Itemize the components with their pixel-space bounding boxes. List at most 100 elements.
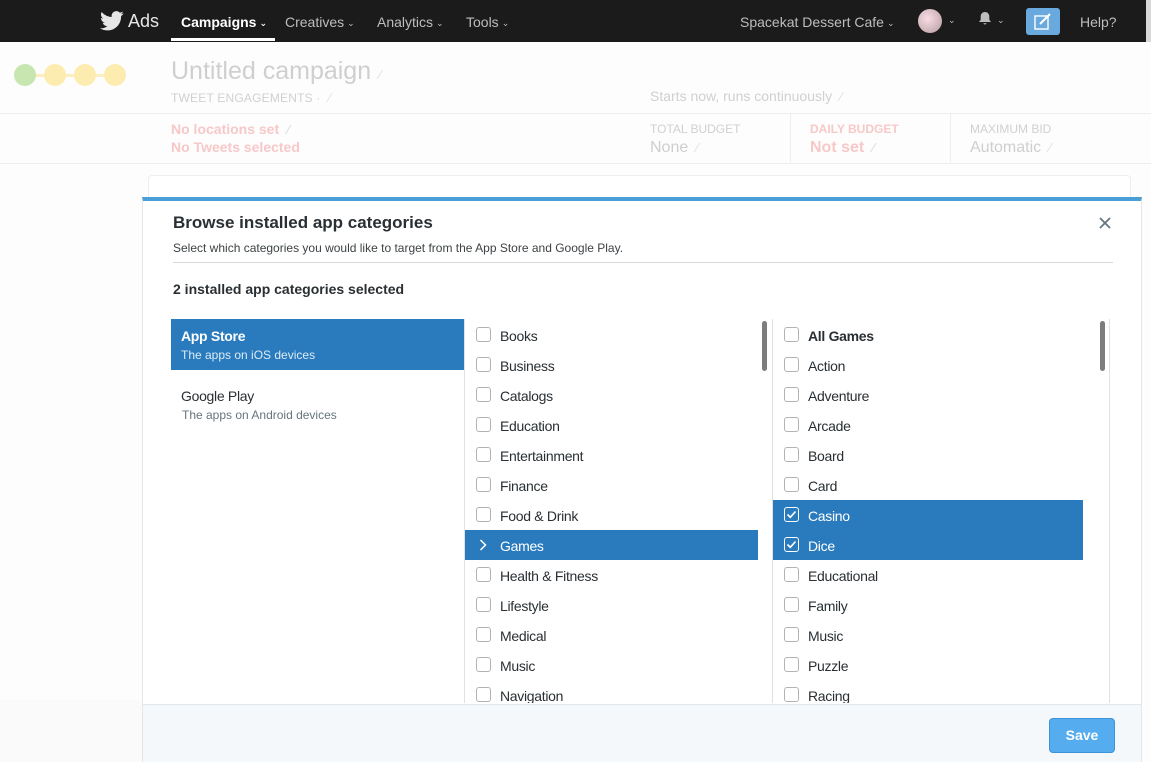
campaign-title[interactable]: Untitled campaign ⁄	[171, 57, 381, 86]
close-icon[interactable]	[1097, 215, 1113, 231]
store-google-play[interactable]: Google Play The apps on Android devices	[171, 379, 464, 430]
chevron-down-icon[interactable]: ⌄	[948, 15, 956, 26]
subcategory-list[interactable]: All Games Action Adventure Arcade Board Card C…	[772, 319, 1110, 703]
category-item[interactable]: Music	[465, 650, 758, 680]
subcategory-item[interactable]: Racing	[773, 680, 1083, 703]
checkbox[interactable]	[784, 507, 799, 522]
category-label: Finance	[500, 478, 548, 494]
checkbox[interactable]	[476, 357, 491, 372]
category-item[interactable]: Games	[465, 530, 758, 560]
edit-pencil-icon[interactable]: ⁄	[840, 89, 842, 104]
subcategory-label: Educational	[808, 568, 878, 584]
checkbox[interactable]	[476, 507, 491, 522]
checkbox[interactable]	[784, 387, 799, 402]
category-item[interactable]: Business	[465, 350, 758, 380]
subcategory-item[interactable]: Music	[773, 620, 1083, 650]
subcategory-label: All Games	[808, 328, 874, 344]
category-item[interactable]: Finance	[465, 470, 758, 500]
checkbox[interactable]	[476, 657, 491, 672]
compose-button[interactable]	[1026, 8, 1060, 35]
checkbox[interactable]	[476, 687, 491, 702]
checkmark-icon	[786, 510, 797, 519]
subcategory-item[interactable]: Educational	[773, 560, 1083, 590]
twitter-bird-icon[interactable]	[100, 11, 124, 31]
subcategory-item[interactable]: Adventure	[773, 380, 1083, 410]
campaign-schedule[interactable]: Starts now, runs continuously ⁄	[650, 88, 842, 104]
nav-analytics[interactable]: Analytics ⌄	[377, 14, 444, 30]
category-item[interactable]: Food & Drink	[465, 500, 758, 530]
subcategory-item[interactable]: Family	[773, 590, 1083, 620]
subcategory-item[interactable]: Action	[773, 350, 1083, 380]
subcategory-label: Racing	[808, 688, 850, 703]
checkbox[interactable]	[476, 327, 491, 342]
category-item[interactable]: Health & Fitness	[465, 560, 758, 590]
campaign-objective[interactable]: TWEET ENGAGEMENTS · ⁄	[171, 90, 331, 105]
checkbox[interactable]	[784, 657, 799, 672]
subcategory-item[interactable]: Card	[773, 470, 1083, 500]
checkbox[interactable]	[784, 537, 799, 552]
checkbox[interactable]	[476, 447, 491, 462]
category-item[interactable]: Education	[465, 410, 758, 440]
scrollbar[interactable]	[1100, 321, 1105, 371]
category-item[interactable]: Entertainment	[465, 440, 758, 470]
category-label: Education	[500, 418, 560, 434]
edit-pencil-icon[interactable]: ⁄	[287, 122, 289, 137]
checkbox[interactable]	[784, 627, 799, 642]
brand-label[interactable]: Ads	[128, 11, 159, 32]
edit-pencil-icon[interactable]: ⁄	[696, 140, 698, 155]
subcategory-label: Arcade	[808, 418, 851, 434]
subcategory-item[interactable]: Casino	[773, 500, 1083, 530]
subcategory-item[interactable]: Arcade	[773, 410, 1083, 440]
category-item[interactable]: Lifestyle	[465, 590, 758, 620]
edit-pencil-icon[interactable]: ⁄	[329, 90, 331, 105]
checkbox[interactable]	[784, 447, 799, 462]
subcategory-item[interactable]: Puzzle	[773, 650, 1083, 680]
store-app-store[interactable]: App Store The apps on iOS devices	[171, 319, 464, 370]
subcategory-item[interactable]: Dice	[773, 530, 1083, 560]
category-item[interactable]: Books	[465, 320, 758, 350]
edit-pencil-icon[interactable]: ⁄	[379, 67, 381, 82]
nav-tools[interactable]: Tools ⌄	[466, 14, 509, 30]
subcategory-item[interactable]: Board	[773, 440, 1083, 470]
checkbox[interactable]	[784, 327, 799, 342]
save-button[interactable]: Save	[1049, 718, 1115, 753]
campaign-title-text: Untitled campaign	[171, 57, 372, 85]
checkbox[interactable]	[784, 417, 799, 432]
edit-pencil-icon[interactable]: ⁄	[872, 140, 874, 155]
checkbox[interactable]	[784, 687, 799, 702]
checkbox[interactable]	[784, 597, 799, 612]
checkbox[interactable]	[476, 387, 491, 402]
help-link[interactable]: Help?	[1080, 14, 1117, 30]
checkbox[interactable]	[476, 567, 491, 582]
checkbox[interactable]	[476, 477, 491, 492]
app-categories-modal: Browse installed app categories Select w…	[142, 197, 1142, 762]
bell-icon[interactable]	[977, 11, 993, 27]
maximum-bid[interactable]: MAXIMUM BID Automatic ⁄	[970, 114, 1140, 164]
subcategory-item[interactable]: All Games	[773, 320, 1083, 350]
category-item[interactable]: Medical	[465, 620, 758, 650]
checkbox[interactable]	[476, 417, 491, 432]
avatar[interactable]	[918, 9, 942, 33]
nav-creatives[interactable]: Creatives ⌄	[285, 14, 355, 30]
scrollbar[interactable]	[762, 321, 767, 371]
checkbox[interactable]	[476, 627, 491, 642]
edit-pencil-icon[interactable]: ⁄	[1049, 140, 1051, 155]
category-list[interactable]: Books Business Catalogs Education Entertainm…	[464, 319, 771, 703]
nav-campaigns[interactable]: Campaigns ⌄	[181, 14, 267, 30]
tweets-warning[interactable]: No Tweets selected	[171, 139, 300, 155]
progress-line	[24, 74, 114, 77]
checkbox[interactable]	[784, 357, 799, 372]
total-budget-label: TOTAL BUDGET	[650, 122, 741, 136]
account-switcher[interactable]: Spacekat Dessert Cafe ⌄	[740, 14, 895, 30]
total-budget[interactable]: TOTAL BUDGET None ⁄	[650, 114, 810, 164]
category-item[interactable]: Navigation	[465, 680, 758, 703]
checkbox[interactable]	[784, 567, 799, 582]
background-card	[148, 175, 1131, 199]
category-label: Catalogs	[500, 388, 553, 404]
category-item[interactable]: Catalogs	[465, 380, 758, 410]
checkbox[interactable]	[476, 597, 491, 612]
checkbox[interactable]	[784, 477, 799, 492]
chevron-down-icon[interactable]: ⌄	[997, 15, 1005, 26]
daily-budget[interactable]: DAILY BUDGET Not set ⁄	[810, 114, 950, 164]
locations-warning[interactable]: No locations set ⁄	[171, 121, 289, 137]
